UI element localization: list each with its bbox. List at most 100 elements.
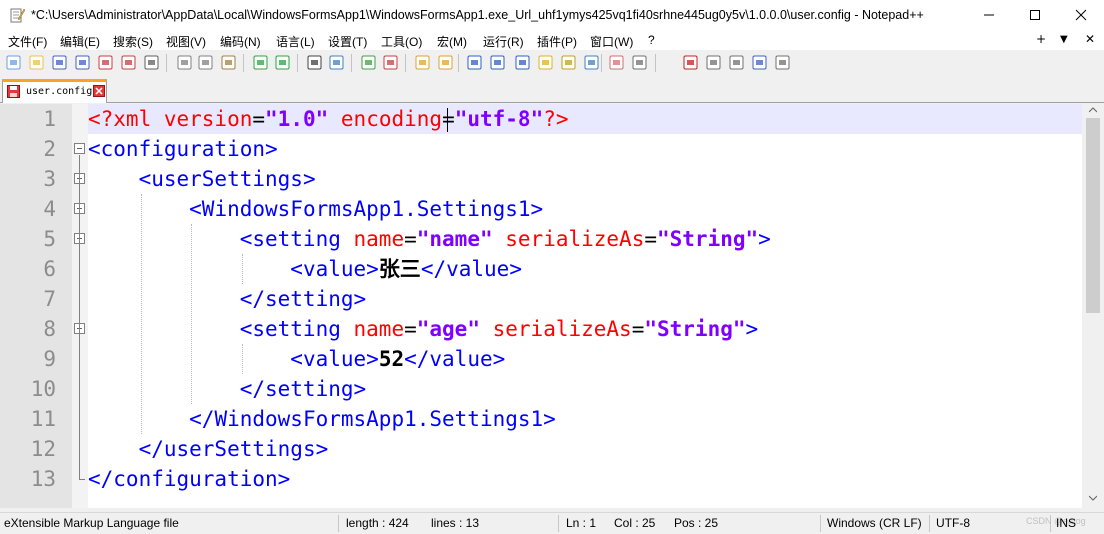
line-number: 5	[43, 227, 56, 251]
menu-settings[interactable]: 设置(T)	[328, 33, 367, 50]
close-window-button[interactable]	[1058, 0, 1104, 30]
folder-workspace-icon[interactable]	[608, 54, 625, 71]
menu-file[interactable]: 文件(F)	[8, 33, 47, 50]
menu-search[interactable]: 搜索(S)	[113, 33, 153, 50]
toolbar-separator	[458, 54, 459, 72]
code-line: </userSettings>	[138, 437, 329, 461]
line-number: 10	[30, 377, 56, 401]
save-icon[interactable]	[51, 54, 68, 71]
paste-icon[interactable]	[220, 54, 237, 71]
function-list-icon[interactable]	[583, 54, 600, 71]
tab-list-dropdown-icon[interactable]: ▼	[1060, 34, 1068, 45]
line-number: 11	[30, 407, 56, 431]
save-all-icon[interactable]	[74, 54, 91, 71]
toolbar-separator	[166, 54, 167, 72]
text-editor[interactable]: <?xml version="1.0" encoding="utf-8"?> <c…	[0, 104, 1104, 508]
title-bar: *C:\Users\Administrator\AppData\Local\Wi…	[0, 0, 1104, 30]
fold-end	[79, 479, 85, 480]
menu-window[interactable]: 窗口(W)	[590, 33, 633, 50]
stop-macro-icon[interactable]	[705, 54, 722, 71]
zoom-out-icon[interactable]	[382, 54, 399, 71]
notepadpp-window: *C:\Users\Administrator\AppData\Local\Wi…	[0, 0, 1104, 534]
line-number: 6	[43, 257, 56, 281]
menu-view[interactable]: 视图(V)	[166, 33, 206, 50]
status-line: Ln : 1	[566, 516, 597, 530]
doc-map-icon[interactable]	[560, 54, 577, 71]
toolbar-separator	[601, 54, 602, 72]
status-eol[interactable]: Windows (CR LF)	[827, 516, 922, 530]
status-file-type: eXtensible Markup Language file	[4, 516, 179, 530]
maximize-button[interactable]	[1012, 0, 1058, 30]
minimize-button[interactable]	[966, 0, 1012, 30]
maximize-icon	[1030, 10, 1040, 20]
code-line: <?xml version="1.0" encoding="utf-8"?>	[88, 107, 569, 131]
indent-guide	[241, 254, 243, 284]
menu-edit[interactable]: 编辑(E)	[60, 33, 100, 50]
line-number: 13	[30, 467, 56, 491]
open-file-icon[interactable]	[28, 54, 45, 71]
fold-margin[interactable]	[72, 104, 88, 508]
status-insert-mode[interactable]: INS	[1056, 516, 1076, 530]
monitoring-icon[interactable]	[631, 54, 648, 71]
close-icon	[1075, 9, 1087, 21]
toolbar-separator	[655, 54, 656, 72]
find-icon[interactable]	[306, 54, 323, 71]
print-icon[interactable]	[143, 54, 160, 71]
cut-icon[interactable]	[176, 54, 193, 71]
sync-vertical-icon[interactable]	[414, 54, 431, 71]
play-macro-icon[interactable]	[728, 54, 745, 71]
line-number: 12	[30, 437, 56, 461]
code-line: <setting name="age" serializeAs="String"…	[239, 317, 759, 341]
code-line: <configuration>	[88, 137, 278, 161]
code-line: </WindowsFormsApp1.Settings1>	[189, 407, 556, 431]
sync-horizontal-icon[interactable]	[437, 54, 454, 71]
status-lines: lines : 13	[431, 516, 480, 530]
indent-guide-icon[interactable]	[514, 54, 531, 71]
close-icon[interactable]	[97, 54, 114, 71]
save-macro-icon[interactable]	[774, 54, 791, 71]
scroll-up-icon[interactable]	[1089, 107, 1097, 113]
status-encoding[interactable]: UTF-8	[936, 516, 970, 530]
replace-icon[interactable]	[328, 54, 345, 71]
status-column: Col : 25	[614, 516, 656, 530]
fold-toggle-icon[interactable]	[74, 143, 85, 154]
minimize-icon	[984, 14, 994, 16]
close-doc-button[interactable]: ✕	[1085, 32, 1095, 46]
toolbar-separator	[405, 54, 406, 72]
tab-user-config[interactable]: user.config	[2, 79, 107, 103]
fold-line	[79, 155, 80, 479]
redo-icon[interactable]	[274, 54, 291, 71]
status-position: Pos : 25	[674, 516, 719, 530]
code-line: </setting>	[239, 287, 367, 311]
menu-run[interactable]: 运行(R)	[483, 33, 524, 50]
menu-plugins[interactable]: 插件(P)	[537, 33, 577, 50]
menu-encoding[interactable]: 编码(N)	[220, 33, 261, 50]
text-caret	[447, 108, 448, 132]
user-lang-icon[interactable]	[537, 54, 554, 71]
run-macro-multiple-icon[interactable]	[751, 54, 768, 71]
new-file-icon[interactable]	[5, 54, 22, 71]
line-number: 4	[43, 197, 56, 221]
menu-language[interactable]: 语言(L)	[276, 33, 315, 50]
show-all-chars-icon[interactable]	[489, 54, 506, 71]
close-all-icon[interactable]	[120, 54, 137, 71]
zoom-in-icon[interactable]	[360, 54, 377, 71]
scrollbar-thumb[interactable]	[1086, 118, 1100, 313]
toolbar-separator	[243, 54, 244, 72]
menu-tools[interactable]: 工具(O)	[381, 33, 422, 50]
indent-guide	[140, 194, 142, 434]
undo-icon[interactable]	[252, 54, 269, 71]
line-number: 3	[43, 167, 56, 191]
word-wrap-icon[interactable]	[466, 54, 483, 71]
menu-help[interactable]: ?	[648, 33, 655, 47]
code-line: </configuration>	[88, 467, 291, 491]
new-tab-plus-button[interactable]: +	[1036, 32, 1046, 46]
tab-close-icon[interactable]	[93, 85, 105, 97]
record-macro-icon[interactable]	[682, 54, 699, 71]
vertical-scrollbar[interactable]	[1082, 104, 1104, 508]
copy-icon[interactable]	[197, 54, 214, 71]
scroll-down-icon[interactable]	[1089, 495, 1097, 501]
line-number: 7	[43, 287, 56, 311]
menu-macro[interactable]: 宏(M)	[437, 33, 467, 50]
code-line: <value>52</value>	[290, 347, 506, 371]
